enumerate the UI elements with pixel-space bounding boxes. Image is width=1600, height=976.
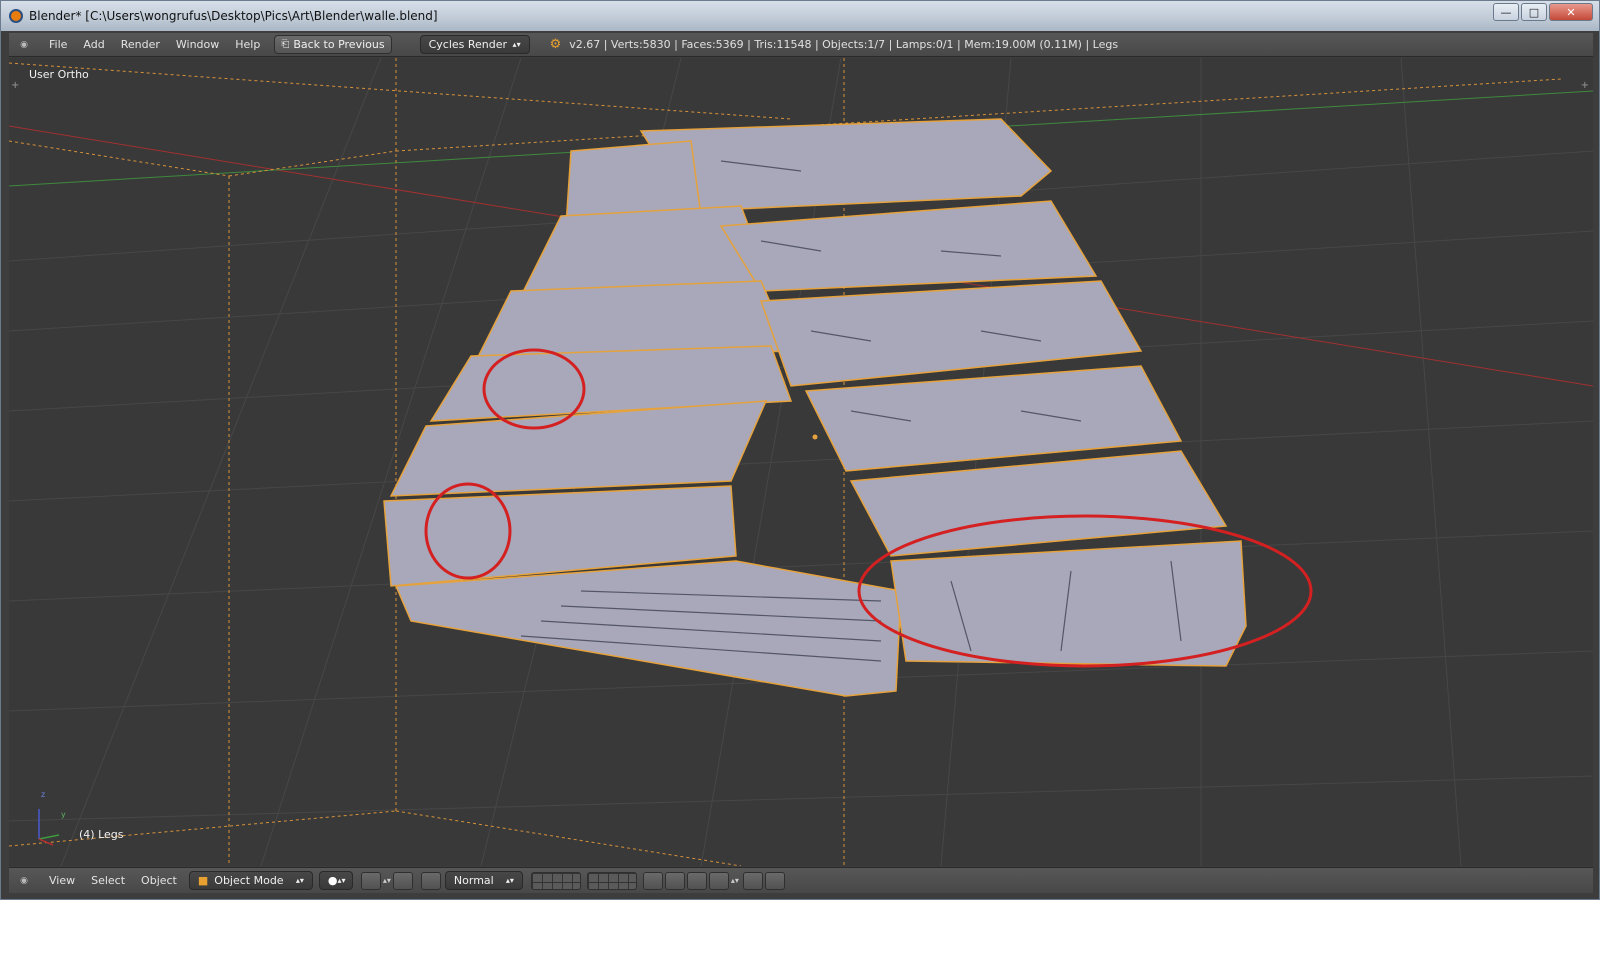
- proportional-edit-button[interactable]: [664, 871, 685, 890]
- pivot-point-button[interactable]: [360, 871, 381, 890]
- editor-type-icon-3d[interactable]: ◉: [17, 874, 31, 888]
- sphere-shading-icon: ●: [327, 874, 338, 887]
- blender-window: Blender* [C:\Users\wongrufus\Desktop\Pic…: [0, 0, 1600, 900]
- mode-arrows-icon: ▴▾: [295, 876, 304, 885]
- menu-render[interactable]: Render: [113, 38, 168, 51]
- render-icon: ⚙: [549, 37, 562, 52]
- menu-file[interactable]: File: [41, 38, 75, 51]
- menu-view[interactable]: View: [41, 874, 83, 887]
- snap-element-button[interactable]: [708, 871, 729, 890]
- scene-stats: v2.67 | Verts:5830 | Faces:5369 | Tris:1…: [569, 38, 1119, 51]
- region-plus-icon-right[interactable]: +: [1581, 80, 1589, 91]
- orientation-select[interactable]: Normal ▴▾: [444, 871, 523, 890]
- updown-arrows-icon: ▴▾: [512, 40, 521, 49]
- back-to-previous-button[interactable]: ⎗ Back to Previous: [274, 35, 392, 54]
- cube-icon: ■: [197, 874, 209, 887]
- info-header: ◉ File Add Render Window Help ⎗ Back to …: [9, 33, 1593, 57]
- editor-type-icon[interactable]: ◉: [17, 38, 31, 52]
- back-arrow-icon: ⎗: [281, 39, 290, 50]
- mode-select[interactable]: ■ Object Mode ▴▾: [188, 871, 313, 890]
- pivot-arrows-icon: ▴▾: [382, 876, 391, 885]
- region-plus-icon-left[interactable]: +: [11, 80, 19, 91]
- object-origin: [812, 434, 818, 440]
- render-engine-select[interactable]: Cycles Render ▴▾: [419, 35, 530, 54]
- shading-arrows-icon: ▴▾: [337, 876, 346, 885]
- menu-window[interactable]: Window: [168, 38, 227, 51]
- render-image-icon[interactable]: [742, 871, 763, 890]
- blender-logo-icon: [9, 9, 23, 23]
- axis-z-label: z: [41, 790, 46, 799]
- snap-toggle-button[interactable]: [686, 871, 707, 890]
- minimize-button[interactable]: —: [1493, 3, 1519, 21]
- scene-layers-grid-2[interactable]: [586, 871, 637, 890]
- mode-value: Object Mode: [214, 874, 284, 887]
- scene-layers-grid-1[interactable]: [530, 871, 581, 890]
- render-engine-value: Cycles Render: [428, 38, 508, 51]
- maximize-button[interactable]: □: [1521, 3, 1547, 21]
- menu-object[interactable]: Object: [133, 874, 185, 887]
- orientation-arrows-icon: ▴▾: [505, 876, 514, 885]
- axis-y-label: y: [61, 810, 66, 819]
- 3d-viewport[interactable]: User Ortho (4) Legs z y + +: [9, 58, 1593, 866]
- render-animation-icon[interactable]: [764, 871, 785, 890]
- tank-tread-mesh: [383, 118, 1247, 697]
- axis-gizmo: [38, 809, 60, 846]
- layer-lock-button[interactable]: [642, 871, 663, 890]
- menu-select[interactable]: Select: [83, 874, 133, 887]
- viewport-scene: [9, 58, 1593, 866]
- close-button[interactable]: ✕: [1549, 3, 1593, 21]
- shading-select[interactable]: ● ▴▾: [318, 871, 353, 890]
- title-bar: Blender* [C:\Users\wongrufus\Desktop\Pic…: [1, 1, 1599, 31]
- manipulator-toggle[interactable]: [392, 871, 413, 890]
- window-title: Blender* [C:\Users\wongrufus\Desktop\Pic…: [29, 9, 438, 23]
- menu-add[interactable]: Add: [75, 38, 112, 51]
- menu-help[interactable]: Help: [227, 38, 268, 51]
- view-name: User Ortho: [29, 68, 89, 81]
- transform-manipulator-button[interactable]: [420, 871, 441, 890]
- snap-arrows-icon: ▴▾: [730, 876, 739, 885]
- back-to-previous-label: Back to Previous: [293, 38, 385, 51]
- active-object-info: (4) Legs: [79, 828, 124, 841]
- window-controls: — □ ✕: [1493, 3, 1593, 21]
- orientation-value: Normal: [453, 874, 494, 887]
- 3d-view-header: ◉ View Select Object ■ Object Mode ▴▾ ● …: [9, 867, 1593, 893]
